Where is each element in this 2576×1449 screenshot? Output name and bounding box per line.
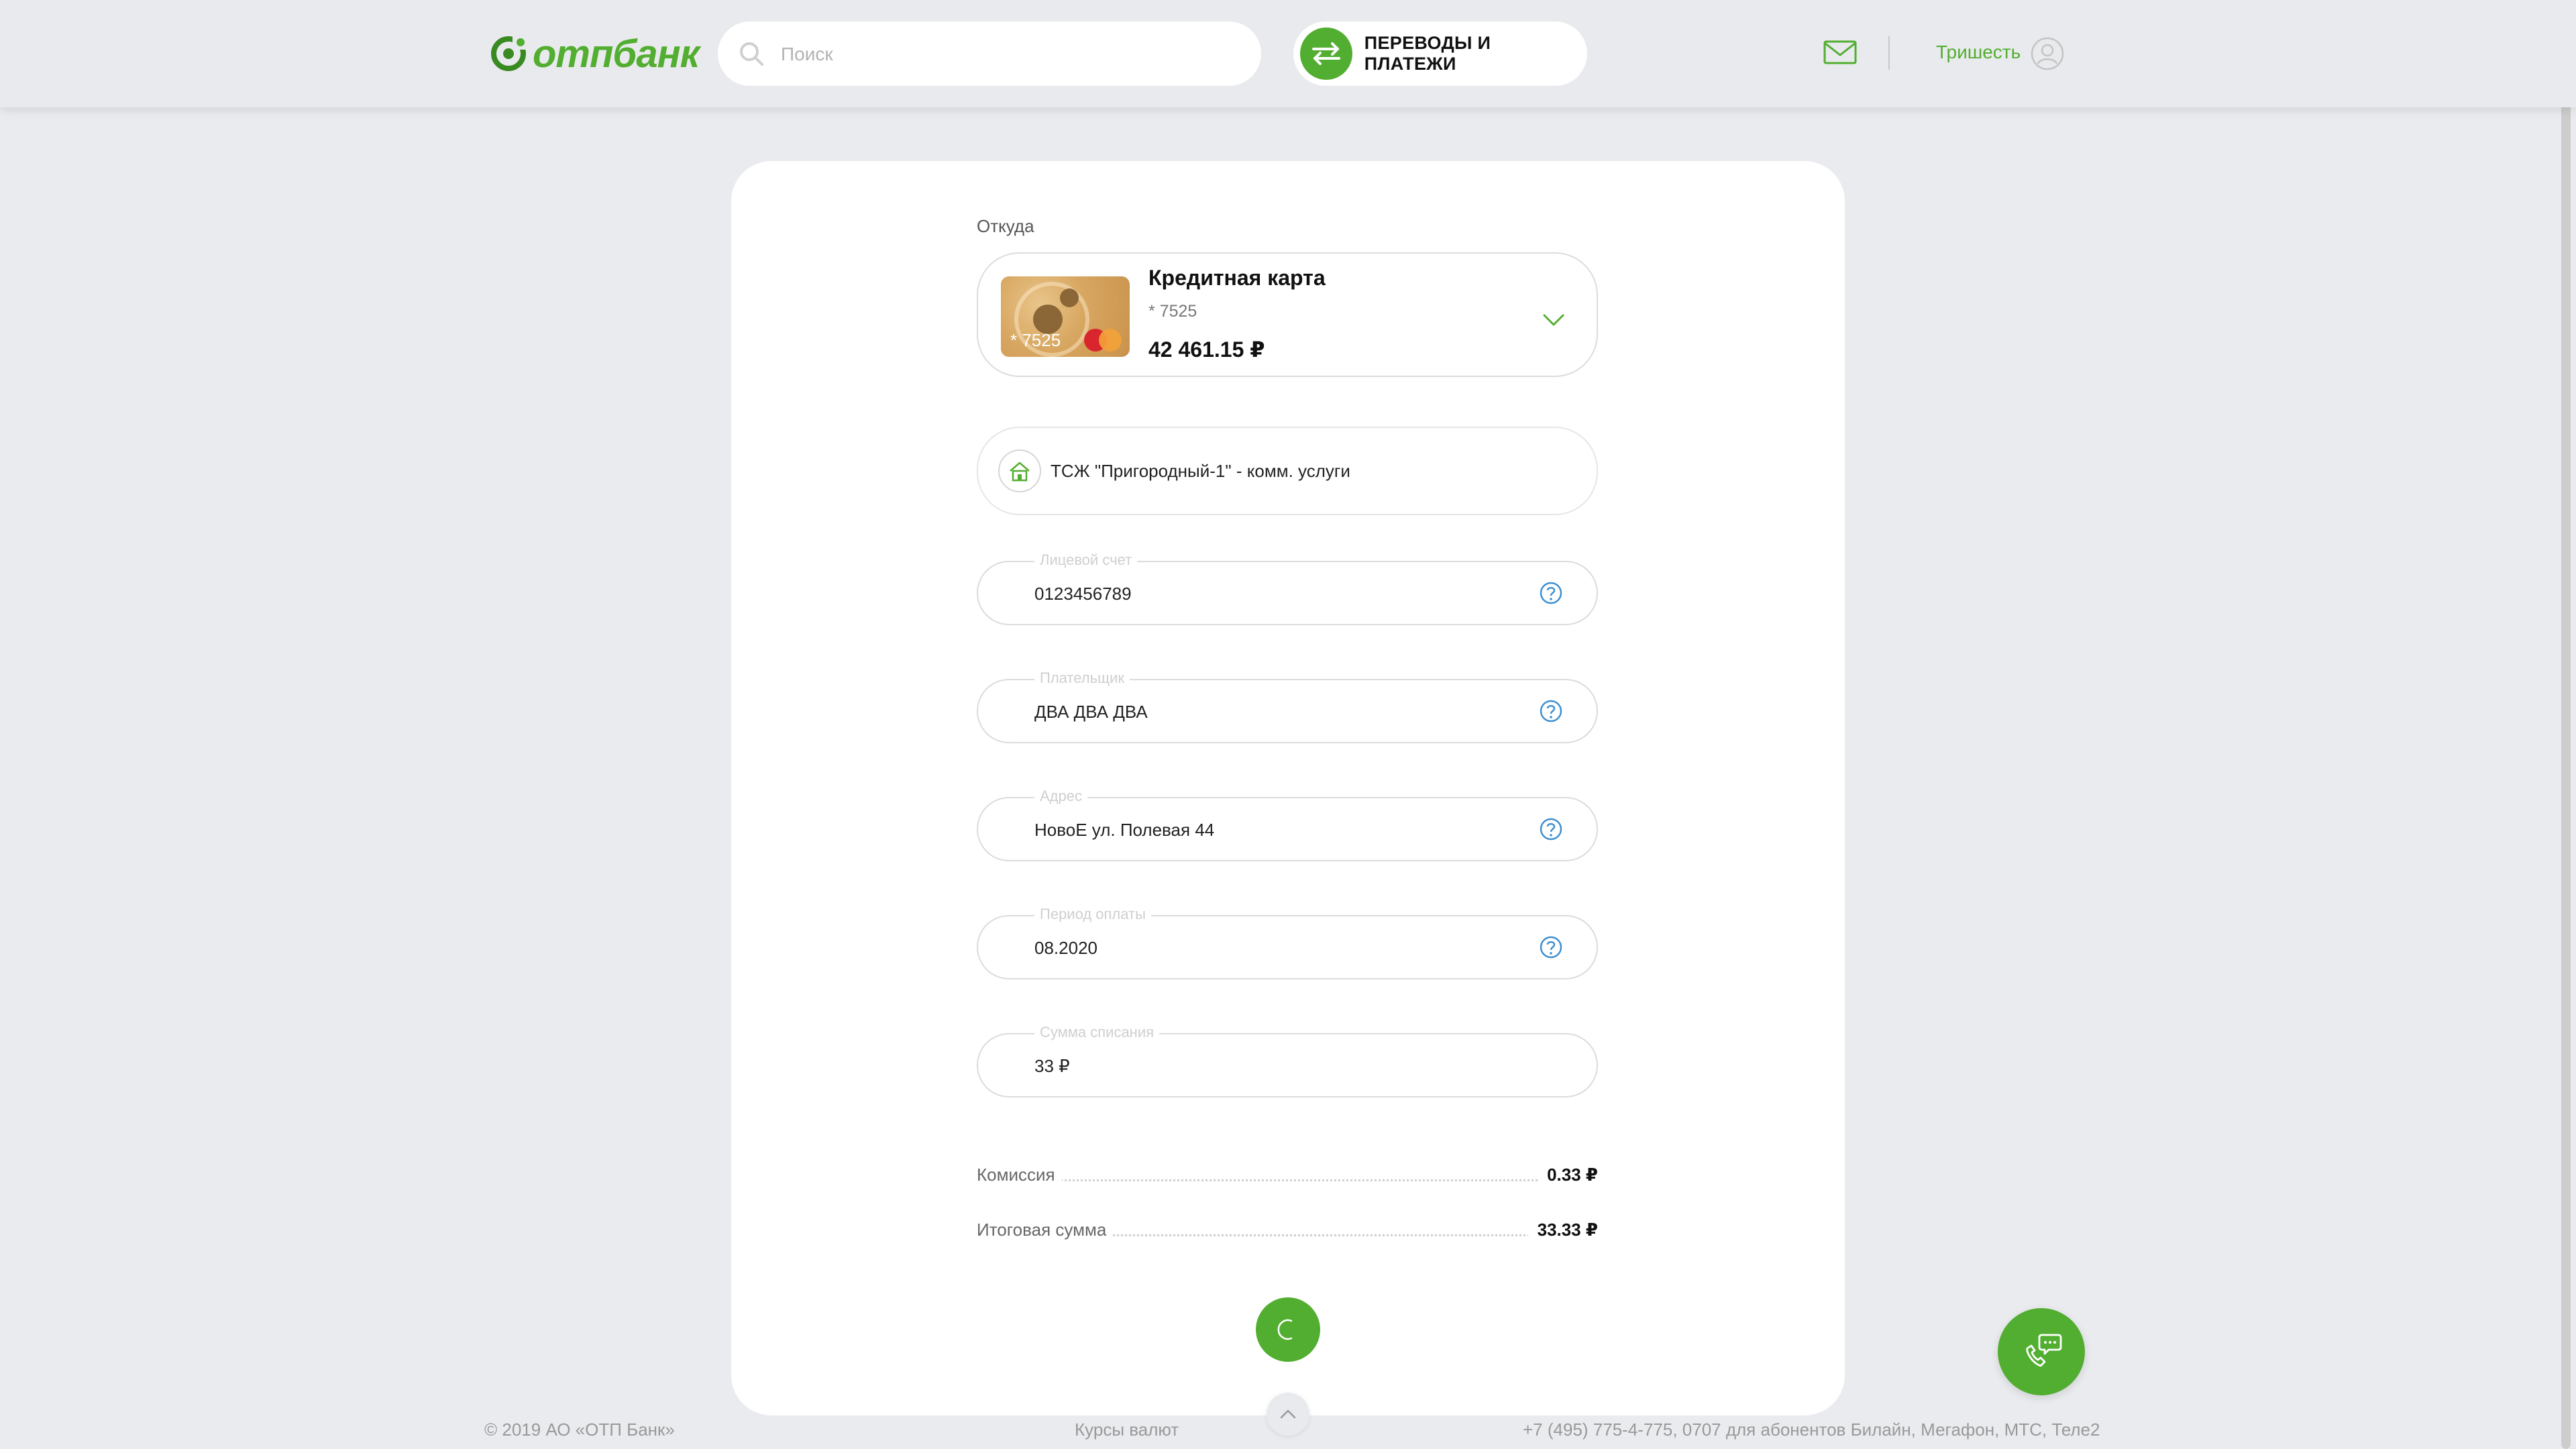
submit-button[interactable] — [1256, 1297, 1320, 1362]
help-icon[interactable] — [1539, 817, 1563, 841]
house-icon — [1010, 462, 1030, 482]
scroll-to-top-button[interactable] — [1267, 1393, 1309, 1436]
from-label: Откуда — [977, 216, 1034, 236]
recipient-card: ТСЖ "Пригородный-1" - комм. услуги — [977, 427, 1598, 515]
recipient-logo — [998, 449, 1041, 492]
otp-logo[interactable]: отпбанк — [490, 32, 700, 76]
total-label: Итоговая сумма — [977, 1220, 1114, 1240]
help-icon[interactable] — [1539, 581, 1563, 605]
commission-label: Комиссия — [977, 1165, 1062, 1185]
payment-period-field[interactable]: Период оплаты — [977, 906, 1598, 979]
commission-row: Комиссия 0.33 ₽ — [977, 1162, 1598, 1189]
amount-input[interactable] — [1033, 1034, 1505, 1097]
credit-card-image: * 7525 — [1001, 276, 1130, 357]
user-name-link[interactable]: Тришесть — [1936, 42, 2021, 63]
commission-value: 0.33 ₽ — [1538, 1165, 1598, 1185]
chevron-down-icon[interactable] — [1542, 313, 1566, 327]
user-avatar-icon[interactable] — [2030, 36, 2065, 71]
address-input[interactable] — [1033, 798, 1505, 861]
mail-icon[interactable] — [1823, 39, 1857, 66]
amount-field[interactable]: Сумма списания — [977, 1024, 1598, 1097]
account-select[interactable]: * 7525 Кредитная карта * 7525 42 461.15 … — [977, 252, 1598, 377]
footer-copyright: © 2019 АО «ОТП Банк» — [484, 1419, 675, 1440]
account-title: Кредитная карта — [1148, 266, 1326, 290]
search-box[interactable] — [718, 21, 1261, 87]
search-icon — [740, 42, 763, 66]
total-value: 33.33 ₽ — [1527, 1220, 1598, 1240]
payment-period-input[interactable] — [1033, 916, 1505, 979]
account-number-field[interactable]: Лицевой счет — [977, 551, 1598, 625]
footer-phones: +7 (495) 775-4-775, 0707 для абонентов Б… — [1523, 1419, 2100, 1440]
currency-rates-link[interactable]: Курсы валют — [1075, 1419, 1179, 1440]
account-number-input[interactable] — [1033, 562, 1505, 625]
page-scrollbar[interactable] — [2561, 74, 2571, 1449]
transfers-payments-label: ПЕРЕВОДЫ И ПЛАТЕЖИ — [1364, 33, 1491, 74]
transfers-icon-circle — [1300, 28, 1352, 80]
header: отпбанк ПЕРЕВОДЫ И ПЛАТЕЖИ Тришесть — [0, 0, 2576, 107]
phone-chat-icon — [2026, 1334, 2062, 1367]
chevron-up-icon — [1280, 1409, 1296, 1419]
total-row: Итоговая сумма 33.33 ₽ — [977, 1217, 1598, 1244]
card-image-number: * 7525 — [1010, 330, 1061, 350]
search-input[interactable] — [780, 21, 1238, 87]
address-field[interactable]: Адрес — [977, 788, 1598, 861]
call-chat-button[interactable] — [1998, 1308, 2085, 1395]
loading-spinner-icon — [1277, 1319, 1293, 1340]
arrows-exchange-icon — [1311, 42, 1340, 65]
help-icon[interactable] — [1539, 935, 1563, 959]
header-divider — [1888, 36, 1890, 70]
recipient-name: ТСЖ "Пригородный-1" - комм. услуги — [1051, 461, 1350, 481]
otp-logo-icon — [491, 35, 527, 71]
dotted-leader — [977, 1179, 1598, 1181]
logo-text: отпбанк — [533, 32, 700, 76]
payer-field[interactable]: Плательщик — [977, 669, 1598, 743]
payer-input[interactable] — [1033, 680, 1505, 743]
account-mask: * 7525 — [1148, 302, 1197, 321]
account-balance: 42 461.15 ₽ — [1148, 337, 1265, 362]
transfers-payments-button[interactable]: ПЕРЕВОДЫ И ПЛАТЕЖИ — [1293, 21, 1587, 86]
help-icon[interactable] — [1539, 699, 1563, 723]
